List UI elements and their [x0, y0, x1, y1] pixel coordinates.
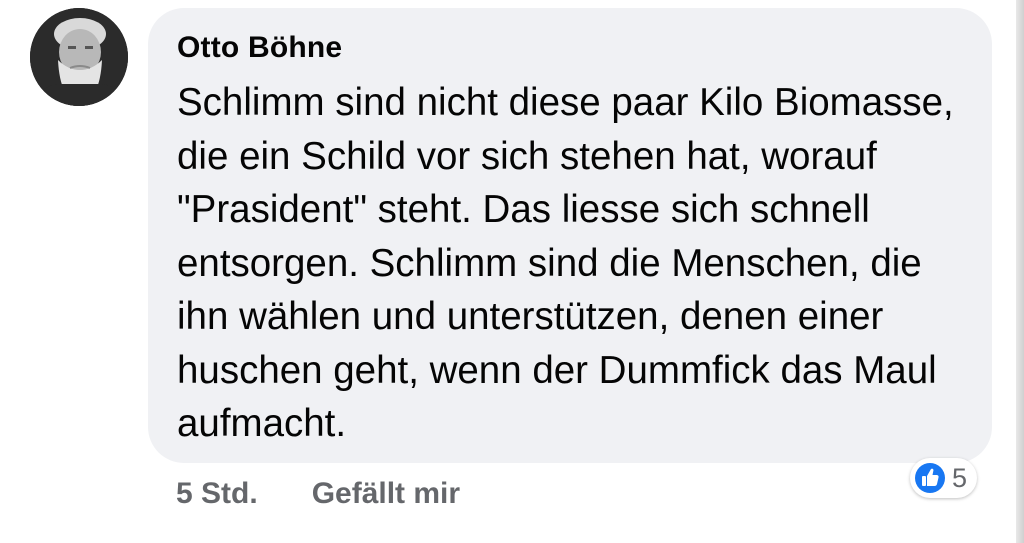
comment-author[interactable]: Otto Böhne — [177, 26, 966, 70]
screen-edge — [1016, 0, 1024, 543]
like-thumbs-up-icon — [915, 463, 945, 493]
comment-meta: 5 Std. Gefällt mir — [176, 470, 460, 518]
comment-bubble: Otto Böhne Schlimm sind nicht diese paar… — [148, 8, 992, 463]
timestamp[interactable]: 5 Std. — [176, 477, 258, 511]
avatar[interactable] — [30, 8, 128, 106]
reaction-count: 5 — [952, 463, 968, 493]
comment-text: Schlimm sind nicht diese paar Kilo Bioma… — [177, 81, 954, 445]
avatar-image — [30, 8, 128, 106]
comment-screenshot: Otto Böhne Schlimm sind nicht diese paar… — [0, 0, 1024, 543]
like-button[interactable]: Gefällt mir — [312, 477, 460, 511]
reactions-summary[interactable]: 5 — [910, 458, 978, 498]
